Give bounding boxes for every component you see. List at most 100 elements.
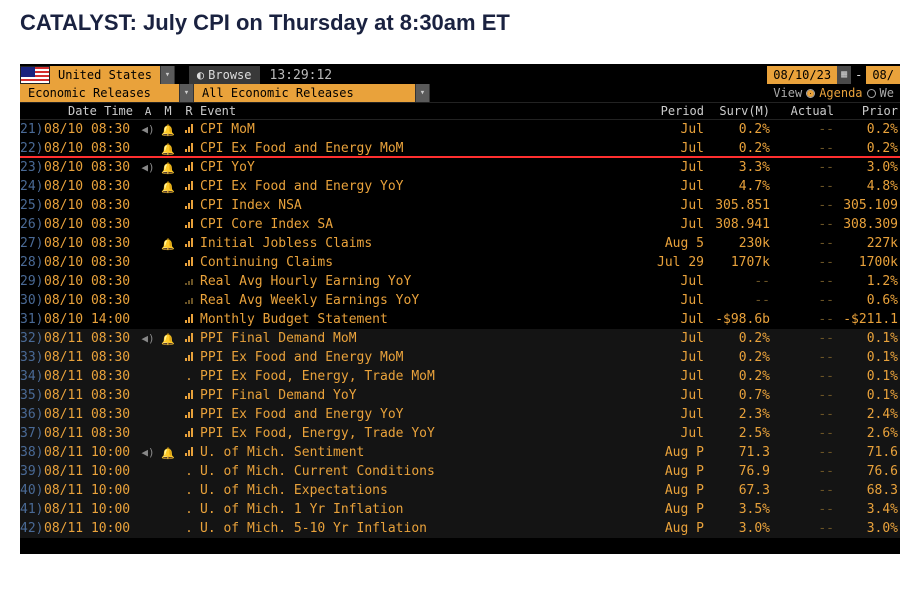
table-row[interactable]: 26)08/10 08:30CPI Core Index SAJul308.94… xyxy=(20,215,900,234)
row-number: 26) xyxy=(20,218,44,231)
alert-bell-icon[interactable]: 🔔 xyxy=(158,447,178,459)
country-select[interactable]: United States xyxy=(50,66,161,84)
date-to[interactable]: 08/ xyxy=(866,66,900,84)
filter2-caret-icon[interactable]: ▾ xyxy=(416,84,430,102)
hdr-actual[interactable]: Actual xyxy=(772,105,836,117)
table-row[interactable]: 27)08/10 08:30🔔Initial Jobless ClaimsAug… xyxy=(20,234,900,253)
table-row[interactable]: 25)08/10 08:30CPI Index NSAJul305.851--3… xyxy=(20,196,900,215)
relevance-icon[interactable] xyxy=(178,294,200,307)
row-number: 23) xyxy=(20,161,44,174)
hdr-m[interactable]: M xyxy=(158,105,178,117)
hdr-event[interactable]: Event xyxy=(200,105,652,117)
table-row[interactable]: 23)08/10 08:30◀)🔔CPI YoYJul3.3%--3.0% xyxy=(20,158,900,177)
cell-actual: -- xyxy=(772,522,836,535)
cell-period: Jul xyxy=(652,370,708,383)
browse-button[interactable]: ◐ Browse xyxy=(189,66,260,84)
cell-datetime: 08/11 08:30 xyxy=(44,370,138,383)
cell-event: U. of Mich. 5-10 Yr Inflation xyxy=(200,522,652,535)
table-row[interactable]: 31)08/10 14:00Monthly Budget StatementJu… xyxy=(20,310,900,329)
cell-event: CPI Index NSA xyxy=(200,199,652,212)
table-row[interactable]: 30)08/10 08:30Real Avg Weekly Earnings Y… xyxy=(20,291,900,310)
relevance-icon[interactable] xyxy=(178,351,200,364)
alert-speaker-icon[interactable]: ◀) xyxy=(138,447,158,458)
table-row[interactable]: 34)08/11 08:30.PPI Ex Food, Energy, Trad… xyxy=(20,367,900,386)
hdr-r[interactable]: R xyxy=(178,105,200,117)
alert-bell-icon[interactable]: 🔔 xyxy=(158,238,178,250)
view-weekly-label[interactable]: We xyxy=(880,87,894,99)
relevance-icon[interactable] xyxy=(178,123,200,136)
table-row[interactable]: 33)08/11 08:30PPI Ex Food and Energy MoM… xyxy=(20,348,900,367)
relevance-icon[interactable] xyxy=(178,218,200,231)
relevance-icon[interactable]: . xyxy=(178,484,200,497)
filter1-caret-icon[interactable]: ▾ xyxy=(180,84,194,102)
cell-actual: -- xyxy=(772,408,836,421)
table-row[interactable]: 40)08/11 10:00.U. of Mich. ExpectationsA… xyxy=(20,481,900,500)
cell-actual: -- xyxy=(772,446,836,459)
cell-datetime: 08/10 08:30 xyxy=(44,123,138,136)
hdr-surv[interactable]: Surv(M) xyxy=(708,105,772,117)
hdr-a[interactable]: A xyxy=(138,106,158,117)
relevance-icon[interactable] xyxy=(178,408,200,421)
table-row[interactable]: 22)08/10 08:30🔔CPI Ex Food and Energy Mo… xyxy=(20,139,900,158)
relevance-icon[interactable] xyxy=(178,427,200,440)
table-row[interactable]: 29)08/10 08:30Real Avg Hourly Earning Yo… xyxy=(20,272,900,291)
alert-speaker-icon[interactable]: ◀) xyxy=(138,333,158,344)
cell-event: Real Avg Hourly Earning YoY xyxy=(200,275,652,288)
cell-period: Aug P xyxy=(652,446,708,459)
view-agenda-label[interactable]: Agenda xyxy=(819,87,862,99)
cell-surv: -- xyxy=(708,275,772,288)
view-agenda-radio[interactable] xyxy=(806,89,815,98)
table-row[interactable]: 32)08/11 08:30◀)🔔PPI Final Demand MoMJul… xyxy=(20,329,900,348)
alert-bell-icon[interactable]: 🔔 xyxy=(158,333,178,345)
table-row[interactable]: 41)08/11 10:00.U. of Mich. 1 Yr Inflatio… xyxy=(20,500,900,519)
relevance-icon[interactable] xyxy=(178,237,200,250)
row-number: 27) xyxy=(20,237,44,250)
page-title: CATALYST: July CPI on Thursday at 8:30am… xyxy=(20,10,890,36)
relevance-icon[interactable] xyxy=(178,161,200,174)
alert-speaker-icon[interactable]: ◀) xyxy=(138,124,158,135)
hdr-period[interactable]: Period xyxy=(652,105,708,117)
alert-bell-icon[interactable]: 🔔 xyxy=(158,162,178,174)
alert-bell-icon[interactable]: 🔔 xyxy=(158,124,178,136)
country-dropdown-caret-icon[interactable]: ▾ xyxy=(161,66,175,84)
relevance-icon[interactable] xyxy=(178,142,200,155)
date-from[interactable]: 08/10/23 xyxy=(767,66,837,84)
table-row[interactable]: 38)08/11 10:00◀)🔔U. of Mich. SentimentAu… xyxy=(20,443,900,462)
release-filter-1[interactable]: Economic Releases xyxy=(20,84,180,102)
table-row[interactable]: 39)08/11 10:00.U. of Mich. Current Condi… xyxy=(20,462,900,481)
release-filter-2[interactable]: All Economic Releases xyxy=(194,84,416,102)
terminal-window: United States ▾ ◐ Browse 13:29:12 08/10/… xyxy=(20,64,900,554)
relevance-icon[interactable] xyxy=(178,332,200,345)
cell-surv: 4.7% xyxy=(708,180,772,193)
country-flag-icon xyxy=(20,66,50,84)
relevance-icon[interactable] xyxy=(178,275,200,288)
cell-period: Jul 29 xyxy=(652,256,708,269)
table-row[interactable]: 28)08/10 08:30Continuing ClaimsJul 29170… xyxy=(20,253,900,272)
hdr-prior[interactable]: Prior xyxy=(836,105,900,117)
table-row[interactable]: 24)08/10 08:30🔔CPI Ex Food and Energy Yo… xyxy=(20,177,900,196)
alert-bell-icon[interactable]: 🔔 xyxy=(158,181,178,193)
alert-speaker-icon[interactable]: ◀) xyxy=(138,162,158,173)
row-number: 35) xyxy=(20,389,44,402)
alert-bell-icon[interactable]: 🔔 xyxy=(158,143,178,155)
relevance-icon[interactable]: . xyxy=(178,370,200,383)
relevance-icon[interactable] xyxy=(178,199,200,212)
relevance-icon[interactable] xyxy=(178,256,200,269)
table-row[interactable]: 36)08/11 08:30PPI Ex Food and Energy YoY… xyxy=(20,405,900,424)
browse-icon: ◐ xyxy=(197,69,204,81)
table-row[interactable]: 42)08/11 10:00.U. of Mich. 5-10 Yr Infla… xyxy=(20,519,900,538)
table-row[interactable]: 35)08/11 08:30PPI Final Demand YoYJul0.7… xyxy=(20,386,900,405)
relevance-icon[interactable]: . xyxy=(178,465,200,478)
view-weekly-radio[interactable] xyxy=(867,89,876,98)
relevance-icon[interactable] xyxy=(178,389,200,402)
table-row[interactable]: 21)08/10 08:30◀)🔔CPI MoMJul0.2%--0.2% xyxy=(20,120,900,139)
relevance-icon[interactable] xyxy=(178,446,200,459)
date-from-picker-icon[interactable]: ▦ xyxy=(837,66,851,84)
hdr-datetime[interactable]: Date Time xyxy=(44,105,138,117)
relevance-icon[interactable]: . xyxy=(178,503,200,516)
cell-prior: 2.6% xyxy=(836,427,900,440)
relevance-icon[interactable] xyxy=(178,180,200,193)
table-row[interactable]: 37)08/11 08:30PPI Ex Food, Energy, Trade… xyxy=(20,424,900,443)
relevance-icon[interactable] xyxy=(178,313,200,326)
relevance-icon[interactable]: . xyxy=(178,522,200,535)
